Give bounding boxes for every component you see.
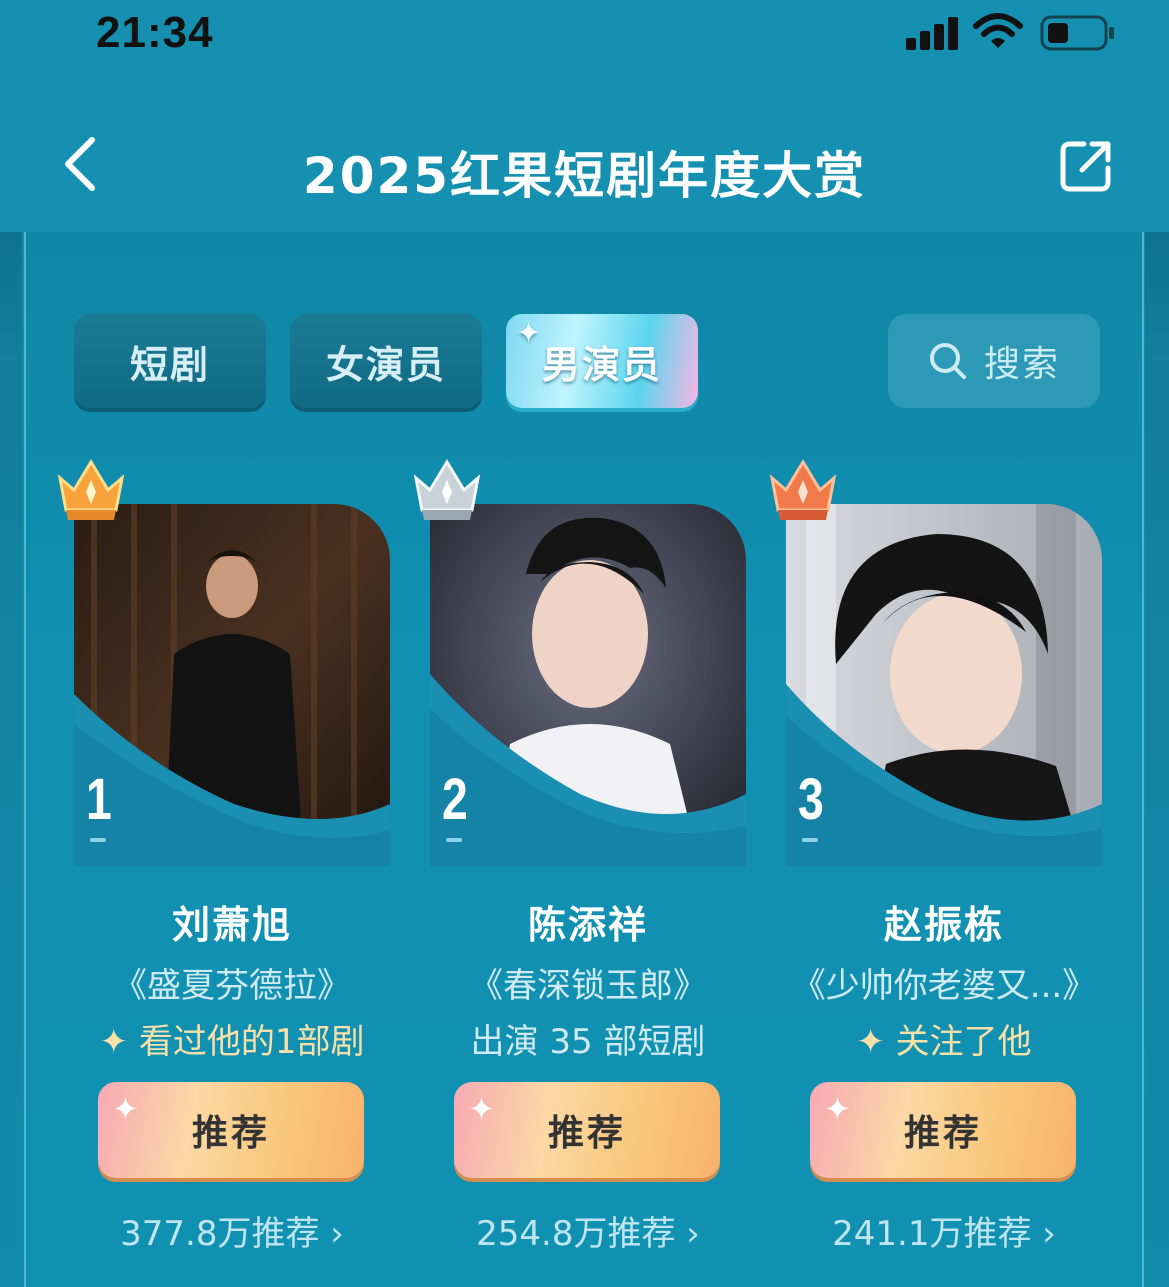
actor-photo[interactable] (786, 504, 1102, 866)
recommend-button[interactable]: ✦ 推荐 (810, 1082, 1076, 1178)
chevron-right-icon: › (1042, 1214, 1056, 1254)
relation-label: 出演 35 部短剧 (470, 1022, 706, 1062)
tab-label: 短剧 (129, 342, 210, 387)
chevron-right-icon: › (330, 1214, 344, 1254)
chevron-right-icon: › (686, 1214, 700, 1254)
drama-title[interactable]: 《春深锁玉郎》 (414, 958, 762, 1007)
ranking-panel: 短剧 女演员 ✦ 男演员 搜索 1 刘萧旭 《盛夏芬德拉》 ✦ 看过他的1部剧 … (24, 232, 1144, 1287)
recommend-label: 推荐 (903, 1113, 982, 1154)
sparkle-icon: ✦ (856, 1022, 885, 1062)
silver-crown-icon (413, 459, 481, 520)
status-time: 21:34 (96, 8, 214, 57)
recommend-count[interactable]: 377.8万推荐 › (58, 1206, 406, 1255)
tab-drama[interactable]: 短剧 (74, 314, 266, 408)
tab-label: 男演员 (541, 342, 662, 387)
relation-text: ✦ 关注了他 (770, 1014, 1118, 1063)
gold-crown-icon (57, 459, 125, 520)
actor-name: 刘萧旭 (171, 903, 292, 947)
search-input[interactable]: 搜索 (888, 314, 1100, 408)
rank-underline (446, 838, 462, 842)
recommend-count-text: 241.1万推荐 (832, 1214, 1032, 1254)
bronze-crown-icon (769, 459, 837, 520)
signal-icon (906, 16, 958, 50)
recommend-label: 推荐 (191, 1113, 270, 1154)
search-label: 搜索 (983, 344, 1060, 385)
drama-title[interactable]: 《少帅你老婆又...》 (770, 958, 1118, 1007)
search-icon (929, 343, 966, 379)
battery-icon (1040, 15, 1114, 51)
tab-actress[interactable]: 女演员 (290, 314, 482, 408)
actor-name: 陈添祥 (527, 903, 648, 947)
relation-label: 关注了他 (895, 1022, 1032, 1062)
relation-text: ✦ 看过他的1部剧 (58, 1014, 406, 1063)
recommend-count[interactable]: 241.1万推荐 › (770, 1206, 1118, 1255)
relation-label: 看过他的1部剧 (138, 1022, 365, 1062)
rank-underline (90, 838, 106, 842)
sparkle-icon: ✦ (824, 1090, 854, 1128)
rank-number: 2 (442, 767, 468, 832)
sparkle-icon: ✦ (516, 316, 544, 351)
sparkle-icon: ✦ (112, 1090, 142, 1128)
actor-name: 赵振栋 (883, 903, 1004, 947)
sparkle-icon: ✦ (468, 1090, 498, 1128)
rank-number: 3 (798, 767, 824, 832)
wifi-icon (973, 13, 1023, 48)
tab-label: 女演员 (325, 342, 446, 387)
share-icon[interactable] (1058, 138, 1114, 194)
recommend-label: 推荐 (547, 1113, 626, 1154)
relation-text: 出演 35 部短剧 (414, 1014, 762, 1063)
side-decoration-left (0, 232, 22, 1287)
recommend-count-text: 377.8万推荐 (120, 1214, 320, 1254)
recommend-button[interactable]: ✦ 推荐 (454, 1082, 720, 1178)
header: 2025红果短剧年度大赏 (0, 72, 1169, 232)
sparkle-icon: ✦ (99, 1022, 129, 1062)
actor-photo[interactable] (74, 504, 390, 866)
tab-actor[interactable]: ✦ 男演员 (506, 314, 698, 408)
status-bar: 21:34 (0, 0, 1169, 72)
recommend-count[interactable]: 254.8万推荐 › (414, 1206, 762, 1255)
page-title: 2025红果短剧年度大赏 (302, 147, 867, 205)
recommend-count-text: 254.8万推荐 (476, 1214, 676, 1254)
actor-photo[interactable] (430, 504, 746, 866)
recommend-button[interactable]: ✦ 推荐 (98, 1082, 364, 1178)
rank-number: 1 (86, 767, 112, 832)
rank-underline (802, 838, 818, 842)
side-decoration-right (1145, 232, 1169, 1287)
drama-title[interactable]: 《盛夏芬德拉》 (58, 958, 406, 1007)
